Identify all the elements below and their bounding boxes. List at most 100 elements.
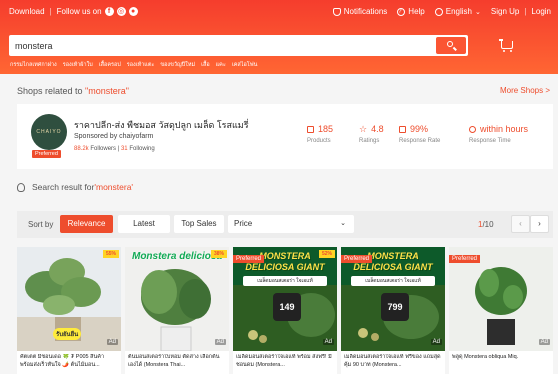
sort-latest-button[interactable]: Latest bbox=[118, 215, 170, 233]
page-total: /10 bbox=[482, 220, 494, 229]
stat-label: Response Time bbox=[469, 138, 511, 144]
shop-card[interactable]: CHAIYO Preferred ราคาปลีก-ส่ง พืชมอส วัส… bbox=[17, 104, 553, 169]
sort-top-sales-button[interactable]: Top Sales bbox=[174, 215, 224, 233]
product-image[interactable]: MONSTERA DELICIOSA GIANT เมล็ดมอนสเตอร่า… bbox=[233, 247, 337, 351]
price-select-label: Price bbox=[234, 219, 253, 228]
product-card[interactable]: Monstera deliciosa 38% Ad ต้นมอนสเตอร่าใ… bbox=[125, 247, 229, 374]
topbar-left: Download | Follow us on f ◎ ● bbox=[9, 7, 138, 16]
price-select[interactable]: Price ⌄ bbox=[228, 215, 354, 233]
cart-body bbox=[501, 41, 513, 49]
product-name[interactable]: พลูดุ Monstera obliqua Miq. bbox=[452, 354, 550, 370]
stat-ratings: ☆ 4.8 Ratings bbox=[359, 124, 384, 144]
preferred-tag: Preferred bbox=[341, 255, 373, 263]
sort-label: Sort by bbox=[28, 220, 54, 229]
bell-icon bbox=[332, 7, 341, 16]
notifications-link[interactable]: Notifications bbox=[332, 7, 388, 16]
monstera-plant-image bbox=[125, 247, 229, 351]
product-card[interactable]: MONSTERA DELICIOSA GIANT เมล็ดมอนสเตอร่า… bbox=[233, 247, 337, 374]
divider: | bbox=[49, 7, 52, 16]
price-tag: 149 bbox=[273, 293, 301, 321]
keyword-link[interactable]: เคสไอโฟน bbox=[232, 61, 258, 69]
result-prefix: Search result for bbox=[32, 182, 95, 192]
search-bar[interactable]: monstera bbox=[9, 35, 468, 56]
header: Download | Follow us on f ◎ ● Notificati… bbox=[0, 0, 558, 74]
help-link[interactable]: ? Help bbox=[397, 7, 425, 16]
sort-relevance-button[interactable]: Relevance bbox=[60, 215, 113, 233]
product-overlay-subtitle: เมล็ดมอนสเตอร่า ใจเอแท้ bbox=[243, 276, 327, 286]
product-image[interactable]: MONSTERA DELICIOSA GIANT เมล็ดมอนสเตอร่า… bbox=[341, 247, 445, 351]
login-link[interactable]: Login bbox=[531, 7, 551, 16]
globe-icon bbox=[434, 7, 443, 16]
sort-bar: Sort by Relevance Latest Top Sales Price… bbox=[17, 211, 553, 238]
result-query: 'monstera' bbox=[94, 182, 134, 192]
shops-title: Shops related to "monstera" bbox=[17, 86, 129, 96]
ad-tag: Ad bbox=[538, 339, 550, 345]
cart-wheel bbox=[503, 50, 505, 52]
prev-page-button[interactable]: ‹ bbox=[511, 215, 530, 233]
followers-count: 88.2k bbox=[74, 146, 89, 152]
ad-tag: Ad bbox=[322, 339, 334, 345]
top-navbar: Download | Follow us on f ◎ ● Notificati… bbox=[0, 0, 558, 24]
keyword-link[interactable]: ของขวัญปีใหม่ bbox=[160, 61, 195, 69]
price-tag: 799 bbox=[381, 293, 409, 321]
stat-products: 185 Products bbox=[307, 124, 333, 144]
search-button[interactable] bbox=[436, 37, 466, 54]
keyword-link[interactable]: กรรมไกลเทศกาฝาง bbox=[10, 61, 57, 69]
lightbulb-icon bbox=[17, 182, 25, 192]
discount-badge: 52% bbox=[319, 250, 335, 258]
product-name[interactable]: เมล็ดมอนสเตอร่าใจเอแท้ ฟรีของ แถมสุดคุ้ม… bbox=[344, 354, 442, 370]
keyword-link[interactable]: รองเท้าผ้าใบ bbox=[63, 61, 93, 69]
search-input[interactable]: monstera bbox=[15, 41, 53, 51]
preferred-tag: Preferred bbox=[449, 255, 481, 263]
language-label: English bbox=[445, 7, 472, 16]
line-icon[interactable]: ● bbox=[128, 7, 138, 16]
product-image[interactable]: Preferred Ad bbox=[449, 247, 553, 351]
preferred-badge: Preferred bbox=[32, 150, 61, 158]
instagram-icon[interactable]: ◎ bbox=[116, 7, 126, 16]
star-icon: ☆ bbox=[359, 124, 368, 134]
keyword-link[interactable]: เสื้อครอป bbox=[99, 61, 121, 69]
product-image[interactable]: Monstera deliciosa 38% Ad bbox=[125, 247, 229, 351]
ad-tag: Ad bbox=[214, 339, 226, 345]
chevron-down-icon: ⌄ bbox=[475, 8, 481, 16]
notifications-label: Notifications bbox=[343, 7, 388, 16]
keyword-link[interactable]: รองเท้าแตะ bbox=[127, 61, 155, 69]
cart-icon[interactable] bbox=[499, 38, 515, 52]
shop-sponsor: Sponsored by chaiyofarm bbox=[74, 133, 154, 140]
shop-logo-text: CHAIYO bbox=[36, 129, 62, 135]
product-card[interactable]: MONSTERA DELICIOSA GIANT เมล็ดมอนสเตอร่า… bbox=[341, 247, 445, 374]
stat-value: 99% bbox=[410, 124, 429, 134]
stat-value: 185 bbox=[318, 124, 334, 134]
topbar-right: Notifications ? Help English ⌄ Sign Up | L… bbox=[332, 7, 551, 16]
help-label: Help bbox=[408, 7, 425, 16]
products-icon bbox=[307, 125, 314, 133]
stat-label: Ratings bbox=[359, 138, 380, 144]
signup-link[interactable]: Sign Up bbox=[491, 7, 519, 16]
product-overlay-subtitle: เมล็ดมอนสเตอร่า ใจเอแท้ bbox=[351, 276, 435, 286]
cart-wheel bbox=[510, 50, 512, 52]
product-name[interactable]: คัตเตต มีชอนเดอ 🍀 ₮ P005 สินค้า พร้อมส่ง… bbox=[20, 354, 118, 370]
shop-logo[interactable]: CHAIYO bbox=[31, 114, 67, 150]
stat-response-time: within hours Response Time bbox=[469, 124, 528, 144]
stat-value: 4.8 bbox=[371, 124, 384, 134]
product-card[interactable]: 55% รับยันยืน Ad คัตเตต มีชอนเดอ 🍀 ₮ P00… bbox=[17, 247, 121, 374]
follow-label: Follow us on bbox=[56, 7, 102, 16]
search-icon bbox=[447, 41, 453, 47]
keyword-link[interactable]: แคะ bbox=[216, 61, 226, 69]
more-shops-link[interactable]: More Shops > bbox=[500, 86, 550, 95]
divider: | bbox=[524, 7, 527, 16]
product-name[interactable]: เมล็ดมอนสเตอร่าใจเอแท้ พร้อม ส่งฟรี! มีช… bbox=[236, 354, 334, 370]
shop-name[interactable]: ราคาปลีก-ส่ง พืชมอส วัสดุปลูก เมล็ด โรสแ… bbox=[74, 118, 249, 132]
facebook-icon[interactable]: f bbox=[104, 7, 114, 16]
next-page-button[interactable]: › bbox=[530, 215, 549, 233]
keyword-link[interactable]: เสื้อ bbox=[201, 61, 210, 69]
followers-label: Followers bbox=[90, 146, 117, 152]
chevron-down-icon: ⌄ bbox=[340, 220, 346, 227]
download-link[interactable]: Download bbox=[9, 7, 45, 16]
product-image[interactable]: 55% รับยันยืน Ad bbox=[17, 247, 121, 351]
following-count: 31 bbox=[120, 146, 128, 152]
product-name[interactable]: ต้นมอนสเตอร่าใบหอม ตัดสาง เลือกต้นเองได้… bbox=[128, 354, 226, 370]
product-card[interactable]: Preferred Ad พลูดุ Monstera obliqua Miq. bbox=[449, 247, 553, 374]
language-selector[interactable]: English ⌄ bbox=[434, 7, 481, 16]
shops-section-header: Shops related to "monstera" More Shops > bbox=[0, 74, 558, 104]
